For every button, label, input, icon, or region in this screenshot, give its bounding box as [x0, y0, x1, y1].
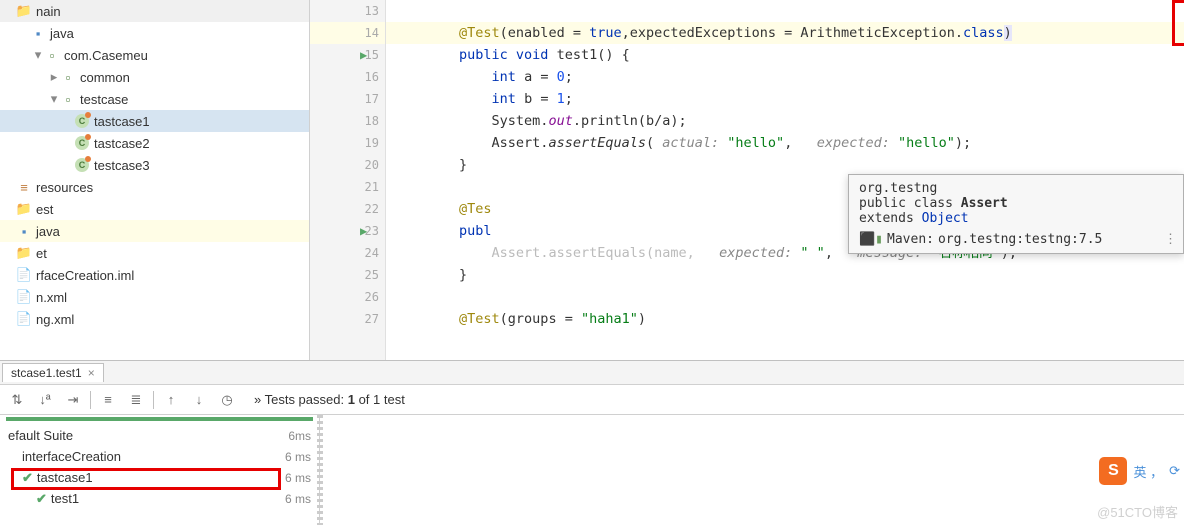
history-icon[interactable]: ◷	[216, 389, 238, 411]
run-marker-icon[interactable]: ▶	[360, 48, 374, 62]
gutter-line-17[interactable]: 17	[310, 88, 385, 110]
code-area[interactable]: @Test(enabled = true,expectedExceptions …	[386, 0, 1184, 360]
tree-item-tastcase2[interactable]: Ctastcase2	[0, 132, 309, 154]
gutter-line-13[interactable]: 13	[310, 0, 385, 22]
tree-item-est[interactable]: 📁est	[0, 198, 309, 220]
gutter-line-23[interactable]: 23▶	[310, 220, 385, 242]
gutter-line-16[interactable]: 16	[310, 66, 385, 88]
run-tool-window: stcase1.test1 × ⇅ ↓ª ⇥ ≡ ≣ ↑ ↓ ◷ » Tests…	[0, 360, 1184, 525]
test-tree: efault Suite6msinterfaceCreation6 ms✔tas…	[0, 415, 320, 525]
tooltip-maven-coord: org.testng:testng:7.5	[938, 232, 1102, 247]
test-toolbar: ⇅ ↓ª ⇥ ≡ ≣ ↑ ↓ ◷ » Tests passed: 1 of 1 …	[0, 385, 1184, 415]
tree-item-java[interactable]: ▪java	[0, 22, 309, 44]
gutter-line-19[interactable]: 19	[310, 132, 385, 154]
gutter-line-24[interactable]: 24	[310, 242, 385, 264]
ime-indicator[interactable]: S 英 ， ⟳	[1099, 457, 1180, 485]
collapse-all-icon[interactable]: ≣	[125, 389, 147, 411]
test-row-tastcase1[interactable]: ✔tastcase16 ms	[0, 467, 319, 488]
test-row-test1[interactable]: ✔test16 ms	[0, 488, 319, 509]
test-row-efault Suite[interactable]: efault Suite6ms	[0, 425, 319, 446]
run-tabs: stcase1.test1 ×	[0, 361, 1184, 385]
gutter: 131415▶1617181920212223▶24252627	[310, 0, 386, 360]
sort-alpha-icon[interactable]: ↓ª	[34, 389, 56, 411]
project-tree: 📁nain▪java▾▫com.Casemeu▸▫common▾▫testcas…	[0, 0, 310, 360]
tree-item-ng.xml[interactable]: 📄ng.xml	[0, 308, 309, 330]
progress-bar	[6, 417, 313, 421]
prev-icon[interactable]: ↑	[160, 389, 182, 411]
tree-item-et[interactable]: 📁et	[0, 242, 309, 264]
tree-item-common[interactable]: ▸▫common	[0, 66, 309, 88]
gutter-line-27[interactable]: 27	[310, 308, 385, 330]
test-output	[320, 415, 1184, 525]
tree-item-testcase[interactable]: ▾▫testcase	[0, 88, 309, 110]
tree-item-tastcase1[interactable]: Ctastcase1	[0, 110, 309, 132]
test-row-interfaceCreation[interactable]: interfaceCreation6 ms	[0, 446, 319, 467]
gutter-line-15[interactable]: 15▶	[310, 44, 385, 66]
tree-item-testcase3[interactable]: Ctestcase3	[0, 154, 309, 176]
ime-menu-icon[interactable]: ⟳	[1169, 463, 1180, 479]
tree-item-n.xml[interactable]: 📄n.xml	[0, 286, 309, 308]
close-icon[interactable]: ×	[88, 366, 95, 380]
tooltip-class-name: Assert	[961, 196, 1008, 211]
gutter-line-21[interactable]: 21	[310, 176, 385, 198]
maven-icon: ⬛▮	[859, 232, 883, 247]
sogou-icon: S	[1099, 457, 1127, 485]
quick-doc-popup: org.testng public class Assert extends O…	[848, 174, 1184, 254]
watermark: @51CTO博客	[1097, 502, 1178, 521]
gutter-line-22[interactable]: 22	[310, 198, 385, 220]
tooltip-package: org.testng	[859, 181, 937, 196]
splitter[interactable]	[317, 415, 323, 525]
collapse-icon[interactable]: ⇥	[62, 389, 84, 411]
gutter-line-14[interactable]: 14	[310, 22, 385, 44]
run-tab[interactable]: stcase1.test1 ×	[2, 363, 104, 382]
editor: 131415▶1617181920212223▶24252627 @Test(e…	[310, 0, 1184, 360]
next-icon[interactable]: ↓	[188, 389, 210, 411]
tree-item-rfaceCreation.iml[interactable]: 📄rfaceCreation.iml	[0, 264, 309, 286]
tree-item-resources[interactable]: ≡resources	[0, 176, 309, 198]
sort-icon[interactable]: ⇅	[6, 389, 28, 411]
gutter-line-18[interactable]: 18	[310, 110, 385, 132]
more-icon[interactable]: ⋮	[1164, 232, 1177, 247]
run-marker-icon[interactable]: ▶	[360, 224, 374, 238]
tree-item-java[interactable]: ▪java	[0, 220, 309, 242]
gutter-line-20[interactable]: 20	[310, 154, 385, 176]
tree-item-com.Casemeu[interactable]: ▾▫com.Casemeu	[0, 44, 309, 66]
gutter-line-25[interactable]: 25	[310, 264, 385, 286]
gutter-line-26[interactable]: 26	[310, 286, 385, 308]
tree-item-nain[interactable]: 📁nain	[0, 0, 309, 22]
expand-all-icon[interactable]: ≡	[97, 389, 119, 411]
tests-status: » Tests passed: 1 of 1 test	[254, 392, 405, 407]
